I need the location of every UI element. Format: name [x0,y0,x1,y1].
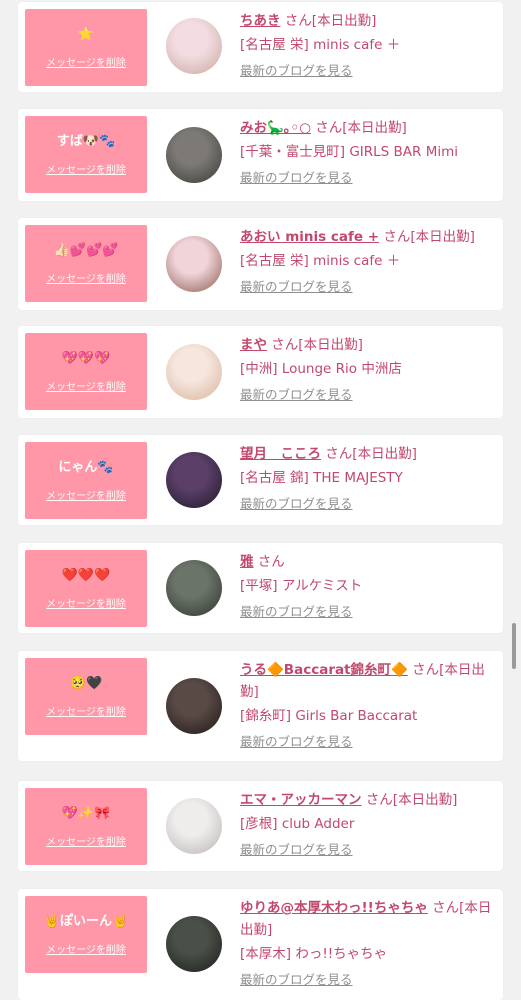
message-stamp-box[interactable]: にゃん🐾 メッセージを削除 [25,442,147,519]
shop-name: [名古屋 栄] minis cafe ＋ [240,37,401,53]
delete-message-link[interactable]: メッセージを削除 [46,270,126,285]
shop-name: [彦根] club Adder [240,816,355,832]
avatar[interactable] [166,560,222,616]
message-stamp-box[interactable]: 🥺🖤 メッセージを削除 [25,658,147,735]
avatar[interactable] [166,18,222,74]
message-card: 💖✨🎀 メッセージを削除 エマ・アッカーマン さん[本日出勤] [彦根] clu… [18,781,503,871]
delete-message-link[interactable]: メッセージを削除 [46,833,126,848]
message-stamp-box[interactable]: ❤️❤️❤️ メッセージを削除 [25,550,147,627]
message-stamp-box[interactable]: 👍🏻💕💕💕 メッセージを削除 [25,225,147,302]
cast-info: みお🦕｡◦○ さん[本日出勤] [千葉・富士見町] GIRLS BAR Mimi… [240,117,497,189]
message-stamp: 👍🏻💕💕💕 [53,242,119,258]
cast-info: 雅 さん [平塚] アルケミスト 最新のブログを見る [240,551,497,623]
name-line: あおい minis cafe + さん[本日出勤] [240,226,497,248]
shop-name: [平塚] アルケミスト [240,578,363,594]
message-card: にゃん🐾 メッセージを削除 望月 こころ さん[本日出勤] [名古屋 錦] TH… [18,435,503,525]
cast-info: ゆりあ@本厚木わっ!!ちゃちゃ さん[本日出勤] [本厚木] わっ!!ちゃちゃ … [240,897,497,991]
message-card: 💖💖💖 メッセージを削除 まや さん[本日出勤] [中洲] Lounge Rio… [18,326,503,418]
name-line: 望月 こころ さん[本日出勤] [240,443,497,465]
message-stamp-box[interactable]: すば🐶🐾 メッセージを削除 [25,116,147,193]
message-stamp: 🤘ぽいーん🤘 [43,913,129,929]
cast-status-text: さん[本日出勤] [315,120,407,136]
cast-name-link[interactable]: 雅 [240,554,254,570]
cast-info: エマ・アッカーマン さん[本日出勤] [彦根] club Adder 最新のブロ… [240,789,497,861]
message-stamp: ⭐ [77,26,95,42]
cast-name-link[interactable]: うる🔶Baccarat錦糸町🔶 [240,662,408,678]
cast-status-text: さん [257,554,285,570]
avatar[interactable] [166,127,222,183]
shop-name: [名古屋 栄] minis cafe ＋ [240,253,401,269]
name-line: まや さん[本日出勤] [240,334,497,356]
delete-message-link[interactable]: メッセージを削除 [46,595,126,610]
message-stamp-box[interactable]: ⭐ メッセージを削除 [25,9,147,86]
avatar[interactable] [166,798,222,854]
avatar[interactable] [166,344,222,400]
message-card: 🥺🖤 メッセージを削除 うる🔶Baccarat錦糸町🔶 さん[本日出勤] [錦糸… [18,651,503,761]
message-stamp-box[interactable]: 🤘ぽいーん🤘 メッセージを削除 [25,896,147,973]
shop-name: [千葉・富士見町] GIRLS BAR Mimi [240,144,458,160]
cast-name-link[interactable]: まや [240,337,267,353]
latest-blog-link[interactable]: 最新のブログを見る [240,731,353,753]
avatar[interactable] [166,678,222,734]
cast-name-link[interactable]: ゆりあ@本厚木わっ!!ちゃちゃ [240,900,428,916]
delete-message-link[interactable]: メッセージを削除 [46,54,126,69]
cast-info: 望月 こころ さん[本日出勤] [名古屋 錦] THE MAJESTY 最新のブ… [240,443,497,515]
name-line: うる🔶Baccarat錦糸町🔶 さん[本日出勤] [240,659,497,703]
message-stamp: 💖💖💖 [61,350,111,366]
avatar[interactable] [166,916,222,972]
cast-status-text: さん[本日出勤] [284,13,377,29]
shop-name: [錦糸町] Girls Bar Baccarat [240,708,418,724]
message-stamp: 🥺🖤 [69,675,103,691]
cast-info: うる🔶Baccarat錦糸町🔶 さん[本日出勤] [錦糸町] Girls Bar… [240,659,497,753]
delete-message-link[interactable]: メッセージを削除 [46,941,126,956]
cast-info: あおい minis cafe + さん[本日出勤] [名古屋 栄] minis … [240,226,497,298]
cast-name-link[interactable]: エマ・アッカーマン [240,792,362,808]
latest-blog-link[interactable]: 最新のブログを見る [240,493,353,515]
scrollbar-thumb[interactable] [512,623,516,669]
cast-status-text: さん[本日出勤] [383,229,475,245]
latest-blog-link[interactable]: 最新のブログを見る [240,60,353,82]
latest-blog-link[interactable]: 最新のブログを見る [240,276,353,298]
message-stamp: 💖✨🎀 [61,805,111,821]
name-line: エマ・アッカーマン さん[本日出勤] [240,789,497,811]
name-line: みお🦕｡◦○ さん[本日出勤] [240,117,497,139]
cast-status-text: さん[本日出勤] [271,337,363,353]
cast-name-link[interactable]: みお🦕｡◦○ [240,120,311,136]
message-stamp-box[interactable]: 💖✨🎀 メッセージを削除 [25,788,147,865]
shop-name: [中洲] Lounge Rio 中洲店 [240,361,402,377]
latest-blog-link[interactable]: 最新のブログを見る [240,601,353,623]
shop-name: [名古屋 錦] THE MAJESTY [240,470,403,486]
name-line: 雅 さん [240,551,497,573]
cast-status-text: さん[本日出勤] [365,792,458,808]
avatar[interactable] [166,236,222,292]
delete-message-link[interactable]: メッセージを削除 [46,487,126,502]
cast-name-link[interactable]: 望月 こころ [240,446,321,462]
message-stamp: ❤️❤️❤️ [61,567,111,583]
message-card: ❤️❤️❤️ メッセージを削除 雅 さん [平塚] アルケミスト 最新のブログを… [18,543,503,633]
message-card: 🤘ぽいーん🤘 メッセージを削除 ゆりあ@本厚木わっ!!ちゃちゃ さん[本日出勤]… [18,889,503,1000]
delete-message-link[interactable]: メッセージを削除 [46,378,126,393]
message-card: ⭐ メッセージを削除 ちあき さん[本日出勤] [名古屋 栄] minis ca… [18,2,503,92]
message-card: 👍🏻💕💕💕 メッセージを削除 あおい minis cafe + さん[本日出勤]… [18,218,503,310]
cast-status-text: さん[本日出勤] [325,446,417,462]
cast-name-link[interactable]: あおい minis cafe + [240,229,379,245]
name-line: ゆりあ@本厚木わっ!!ちゃちゃ さん[本日出勤] [240,897,497,941]
message-stamp-box[interactable]: 💖💖💖 メッセージを削除 [25,333,147,410]
cast-info: ちあき さん[本日出勤] [名古屋 栄] minis cafe ＋ 最新のブログ… [240,10,497,82]
delete-message-link[interactable]: メッセージを削除 [46,703,126,718]
delete-message-link[interactable]: メッセージを削除 [46,161,126,176]
message-stamp: にゃん🐾 [58,459,114,475]
avatar[interactable] [166,452,222,508]
latest-blog-link[interactable]: 最新のブログを見る [240,167,353,189]
message-stamp: すば🐶🐾 [56,133,116,149]
latest-blog-link[interactable]: 最新のブログを見る [240,384,353,406]
cast-info: まや さん[本日出勤] [中洲] Lounge Rio 中洲店 最新のブログを見… [240,334,497,406]
latest-blog-link[interactable]: 最新のブログを見る [240,839,353,861]
name-line: ちあき さん[本日出勤] [240,10,497,32]
latest-blog-link[interactable]: 最新のブログを見る [240,969,353,991]
shop-name: [本厚木] わっ!!ちゃちゃ [240,946,388,962]
message-card: すば🐶🐾 メッセージを削除 みお🦕｡◦○ さん[本日出勤] [千葉・富士見町] … [18,109,503,201]
cast-name-link[interactable]: ちあき [240,13,281,29]
